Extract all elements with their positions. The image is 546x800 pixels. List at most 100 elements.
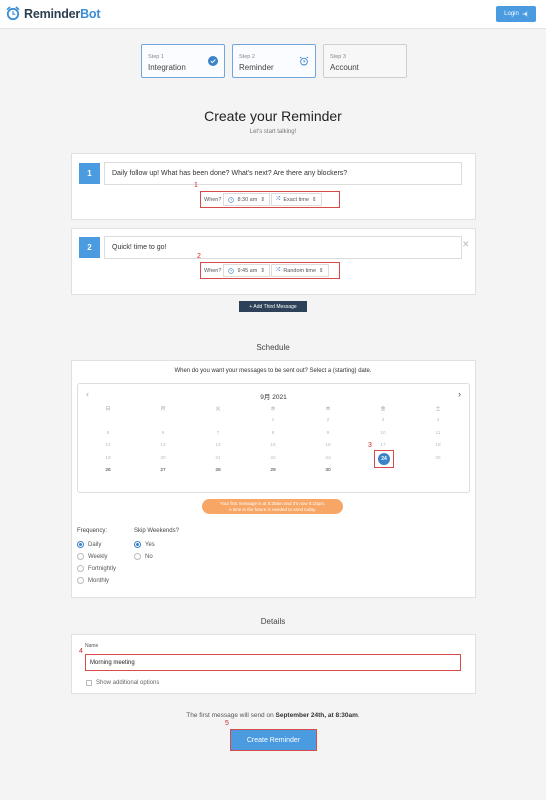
calendar-day: 8 [271, 431, 275, 436]
step-integration[interactable]: Step 1 Integration [141, 44, 225, 78]
logo[interactable]: ReminderBot [6, 6, 100, 21]
when-row-2: When? 9:45 am ⇕ ⤮ Random time ⇕ [200, 262, 340, 279]
name-input[interactable]: Morning meeting [85, 654, 461, 671]
schedule-title: Schedule [256, 343, 290, 352]
annotation-marker: 2 [197, 253, 201, 260]
login-label: Login [504, 11, 519, 17]
message-number: 1 [79, 163, 100, 184]
annotation-marker: 3 [368, 442, 372, 449]
calendar-day: 5 [106, 431, 110, 436]
step-number: Step 3 [330, 54, 346, 60]
weekday-label: 日 [105, 407, 111, 412]
clock-icon [228, 196, 235, 203]
shuffle-icon: ⤮ [275, 267, 281, 273]
checkbox-box [86, 680, 92, 686]
frequency-daily-radio[interactable]: Daily [77, 541, 101, 548]
calendar-day: 1 [271, 418, 275, 423]
calendar: ‹ 9月 2021 › [77, 383, 470, 493]
weekday-label: 月 [160, 407, 166, 412]
calendar-day: 2 [326, 418, 330, 423]
radio-circle [134, 541, 141, 548]
weekday-label: 金 [380, 407, 386, 412]
step-title: Integration [148, 63, 186, 72]
time-mode-select[interactable]: ⤮ Random time ⇕ [270, 264, 329, 277]
frequency-label: Frequency: [77, 528, 108, 534]
calendar-day: 23 [325, 456, 331, 461]
calendar-day[interactable]: 29 [263, 468, 283, 473]
add-third-message-button[interactable]: + Add Third Message [239, 301, 307, 312]
login-icon [522, 11, 527, 17]
time-notice: Your first message is at 8:30am and it's… [202, 499, 343, 514]
calendar-day: 17 [380, 443, 386, 448]
summary-prefix: The first message will send on [186, 712, 276, 719]
when-row-1: When? 8:30 am ⇕ ⤮ Exact time ⇕ [200, 191, 340, 208]
time-select[interactable]: 9:45 am ⇕ [223, 264, 270, 277]
next-month-icon[interactable]: › [458, 389, 461, 399]
top-bar: ReminderBot Login [0, 0, 546, 29]
selected-day[interactable]: 24 [374, 450, 394, 468]
calendar-day: 15 [270, 443, 276, 448]
calendar-day: 13 [160, 443, 166, 448]
frequency-fortnightly-radio[interactable]: Fortnightly [77, 565, 116, 572]
mode-value: Exact time [283, 196, 310, 203]
calendar-day: 25 [435, 456, 441, 461]
radio-circle [134, 553, 141, 560]
radio-circle [77, 553, 84, 560]
calendar-day: 20 [160, 456, 166, 461]
calendar-month: 9月 2021 [260, 394, 287, 401]
select-arrows-icon: ⇕ [312, 196, 317, 203]
details-title: Details [260, 617, 286, 626]
remove-message-icon[interactable]: ✕ [462, 239, 470, 250]
time-mode-select[interactable]: ⤮ Exact time ⇕ [270, 193, 322, 206]
page-title: Create your Reminder [204, 108, 342, 124]
create-reminder-button[interactable]: Create Reminder [230, 729, 317, 751]
radio-label: Daily [88, 541, 102, 548]
calendar-day[interactable]: 30 [318, 468, 338, 473]
annotation-marker: 1 [194, 182, 198, 189]
radio-label: Yes [145, 541, 155, 548]
step-reminder[interactable]: Step 2 Reminder [232, 44, 316, 78]
calendar-day[interactable]: 26 [98, 468, 118, 473]
step-number: Step 2 [239, 54, 255, 60]
login-button[interactable]: Login [496, 6, 536, 22]
select-arrows-icon: ⇕ [260, 196, 265, 203]
calendar-day: 12 [105, 443, 111, 448]
annotation-marker: 5 [225, 720, 229, 727]
weekday-label: 水 [270, 407, 276, 412]
radio-circle [77, 565, 84, 572]
alarm-clock-icon [299, 56, 309, 66]
calendar-day[interactable]: 28 [208, 468, 228, 473]
radio-label: Weekly [88, 553, 108, 560]
summary-date: September 24th, at 8:30am [275, 712, 358, 719]
step-title: Account [330, 63, 359, 72]
when-label: When? [204, 267, 222, 274]
select-arrows-icon: ⇕ [319, 267, 324, 274]
page-subtitle: Let's start talking! [249, 129, 297, 135]
message-text-input[interactable]: Quick! time to go! [104, 236, 462, 259]
clock-icon [228, 267, 235, 274]
skip-weekends-no-radio[interactable]: No [134, 553, 153, 560]
step-account[interactable]: Step 3 Account [323, 44, 407, 78]
time-value: 9:45 am [237, 267, 258, 274]
calendar-day: 14 [215, 443, 221, 448]
time-select[interactable]: 8:30 am ⇕ [223, 193, 270, 206]
calendar-day[interactable]: 27 [153, 468, 173, 473]
radio-circle [77, 577, 84, 584]
message-card-1: 1 Daily follow up! What has been done? W… [71, 153, 476, 220]
weekday-label: 土 [435, 407, 441, 412]
calendar-day: 6 [161, 431, 165, 436]
schedule-question: When do you want your messages to be sen… [174, 368, 372, 374]
frequency-weekly-radio[interactable]: Weekly [77, 553, 108, 560]
show-options-checkbox[interactable]: Show additional options [86, 680, 159, 686]
calendar-day: 4 [436, 418, 440, 423]
weekday-label: 木 [325, 407, 331, 412]
message-text-input[interactable]: Daily follow up! What has been done? Wha… [104, 162, 462, 185]
selected-day-number: 24 [378, 453, 390, 465]
annotation-marker: 4 [79, 648, 83, 655]
mode-value: Random time [283, 267, 317, 274]
notice-line-2: A time in the future is needed to send t… [228, 506, 317, 512]
frequency-monthly-radio[interactable]: Monthly [77, 577, 109, 584]
when-label: When? [204, 196, 222, 203]
step-number: Step 1 [148, 54, 164, 60]
skip-weekends-yes-radio[interactable]: Yes [134, 541, 155, 548]
